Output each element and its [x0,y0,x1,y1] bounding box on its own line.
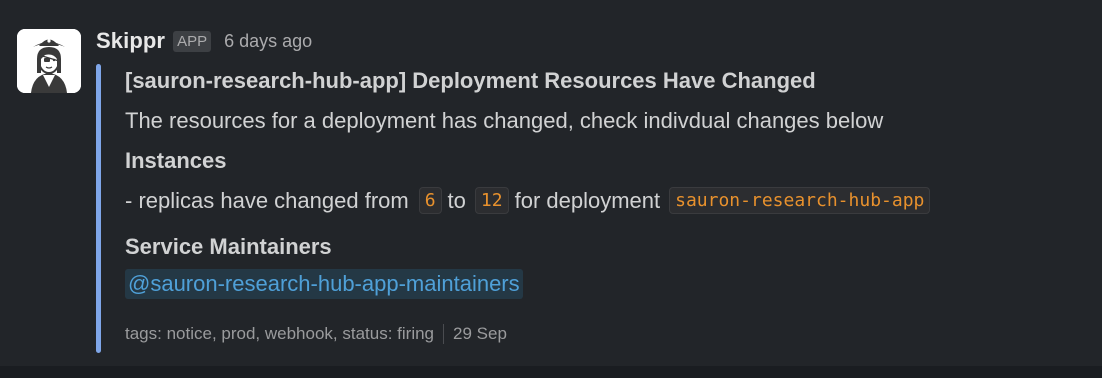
message: Skippr APP 6 days ago [sauron-research-h… [0,0,1102,366]
maintainers-heading: Service Maintainers [125,234,332,259]
replicas-suffix: for deployment [514,187,661,213]
attachment-title: [sauron-research-hub-app] Deployment Res… [125,68,816,93]
footer-tags: tags: notice, prod, webhook, status: fir… [125,324,435,343]
footer-date[interactable]: 29 Sep [453,324,507,344]
replicas-to-label: to [447,187,466,213]
timestamp[interactable]: 6 days ago [224,31,312,52]
deployment-name-code: sauron-research-hub-app [669,187,931,214]
pirate-avatar-icon[interactable] [17,29,81,93]
attachment-footer: tags: notice, prod, webhook, status: fir… [125,324,507,344]
replicas-line: - replicas have changed from 6 to 12 for… [125,187,933,214]
replicas-to-code: 12 [474,187,509,214]
attachment-accent-bar [96,64,101,353]
footer-divider [443,324,445,344]
sender-name[interactable]: Skippr [96,28,165,54]
app-badge: APP [173,30,212,52]
replicas-from-code: 6 [418,187,442,214]
maintainers-mention[interactable]: @sauron-research-hub-app-maintainers [125,269,523,299]
replicas-prefix: - replicas have changed from [125,187,409,213]
attachment-description: The resources for a deployment has chang… [125,108,884,133]
message-header: Skippr APP 6 days ago [96,28,312,54]
instances-heading: Instances [125,148,227,173]
